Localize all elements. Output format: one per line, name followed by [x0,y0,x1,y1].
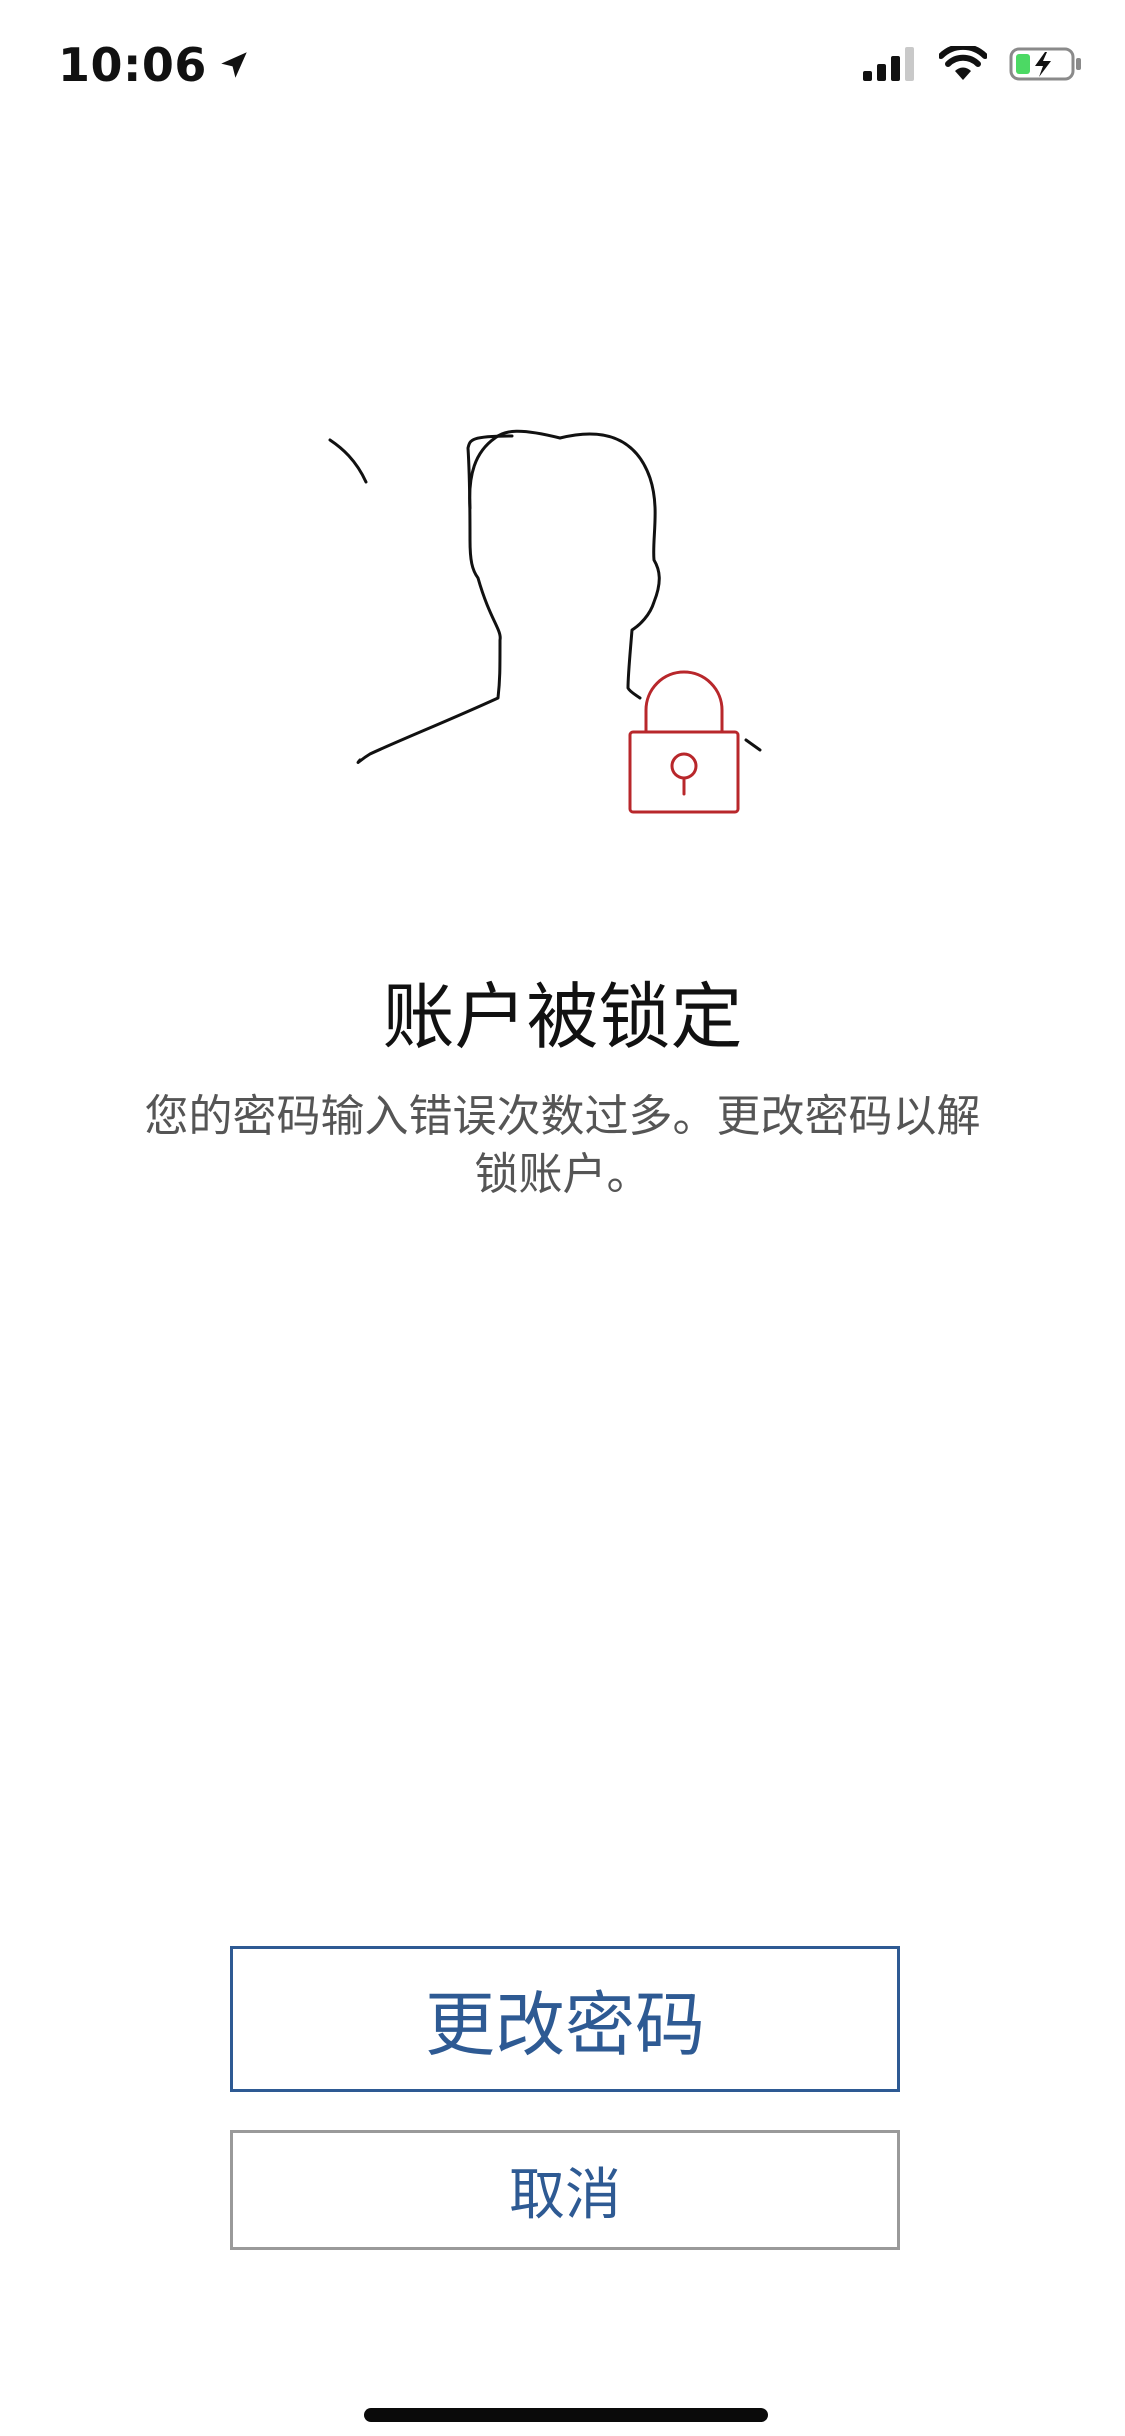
cellular-signal-icon [863,47,914,81]
lockout-message: 您的密码输入错误次数过多。更改密码以解锁账户。 [144,1091,981,1200]
status-bar: 10:06 [0,0,1125,140]
page-title: 账户被锁定 [382,975,743,1059]
status-time: 10:06 [58,38,207,92]
locked-account-illustration [328,429,762,814]
status-time-group: 10:06 [58,38,251,92]
home-indicator [364,2408,768,2422]
cancel-button[interactable]: 取消 [230,2130,900,2250]
battery-charging-icon [1009,47,1081,81]
lock-icon [628,670,740,814]
person-silhouette-icon [328,429,762,764]
location-arrow-icon [221,52,247,78]
status-indicators [863,46,1083,82]
change-password-button[interactable]: 更改密码 [230,1946,900,2092]
wifi-icon [939,46,987,80]
